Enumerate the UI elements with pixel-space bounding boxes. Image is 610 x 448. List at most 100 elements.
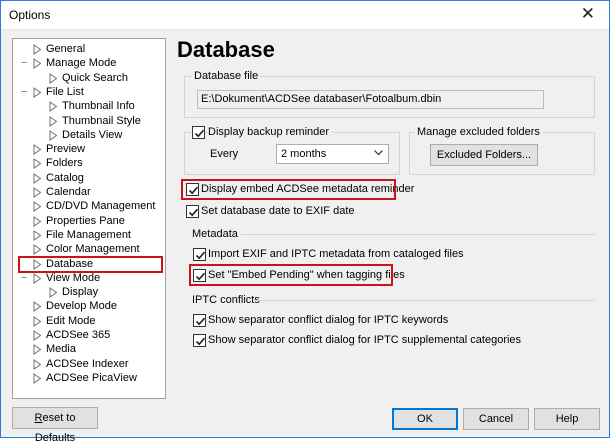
database-path-field[interactable]: E:\Dokument\ACDSee databaser\Fotoalbum.d…	[197, 90, 544, 109]
tree-item-label: Details View	[62, 128, 123, 141]
page-triangle-icon	[33, 172, 42, 184]
metadata-section-label: Metadata	[192, 228, 238, 240]
tree-item-label: Media	[46, 343, 76, 356]
tree-item-media[interactable]: Media	[13, 342, 163, 357]
tree-item-label: Color Management	[46, 243, 140, 256]
tree-item-file-management[interactable]: File Management	[13, 228, 163, 243]
page-triangle-icon	[49, 115, 58, 127]
page-triangle-icon	[33, 372, 42, 384]
page-triangle-icon	[33, 187, 42, 198]
embed-reminder-highlight	[181, 179, 396, 200]
page-triangle-icon	[33, 330, 42, 341]
iptc-supplemental-checkbox[interactable]	[193, 334, 206, 347]
tree-item-label: General	[46, 43, 86, 55]
tree-item-catalog[interactable]: Catalog	[13, 171, 163, 186]
tree-item-label: Thumbnail Style	[62, 114, 141, 127]
tree-item-label: Catalog	[46, 171, 84, 184]
tree-item-display[interactable]: Display	[13, 285, 163, 300]
tree-item-acdsee-picaview[interactable]: ACDSee PicaView	[13, 371, 163, 386]
tree-item-label: Folders	[46, 157, 83, 170]
page-triangle-icon	[33, 44, 42, 55]
tree-item-thumbnail-style[interactable]: Thumbnail Style	[13, 114, 163, 129]
iptc-keywords-checkbox[interactable]	[193, 314, 206, 327]
page-triangle-icon	[33, 244, 42, 256]
import-metadata-label: Import EXIF and IPTC metadata from catal…	[208, 248, 464, 260]
tree-item-quick-search[interactable]: Quick Search	[13, 71, 163, 86]
cancel-button[interactable]: Cancel	[463, 408, 529, 430]
import-metadata-checkbox[interactable]	[193, 248, 206, 261]
close-icon[interactable]: ✕	[581, 5, 595, 23]
tree-item-label: ACDSee 365	[46, 329, 111, 341]
every-label: Every	[210, 148, 239, 160]
tree-item-label: ACDSee PicaView	[46, 371, 137, 384]
page-triangle-icon	[49, 72, 58, 84]
chevron-down-icon	[374, 150, 383, 156]
iptc-keywords-label: Show separator conflict dialog for IPTC …	[208, 314, 449, 326]
tree-item-manage-mode[interactable]: − Manage Mode	[13, 56, 163, 71]
metadata-divider	[241, 234, 595, 235]
tree-item-label: Calendar	[46, 186, 91, 198]
tree-item-preview[interactable]: Preview	[13, 142, 163, 157]
embed-pending-highlight	[189, 264, 393, 286]
tree-item-label: Manage Mode	[46, 57, 117, 70]
reset-to-defaults-button[interactable]: Reset to Defaults	[12, 407, 98, 444]
tree-item-label: File Management	[46, 228, 131, 241]
collapse-icon[interactable]: −	[19, 273, 29, 283]
tree-item-label: ACDSee Indexer	[46, 357, 129, 370]
page-triangle-icon	[33, 158, 42, 170]
tree-item-thumbnail-info[interactable]: Thumbnail Info	[13, 99, 163, 114]
tree-item-label: CD/DVD Management	[46, 200, 156, 213]
ok-button[interactable]: OK	[392, 408, 458, 430]
tree-item-acdsee-365[interactable]: ACDSee 365	[13, 328, 163, 343]
tree-item-acdsee-indexer[interactable]: ACDSee Indexer	[13, 357, 163, 372]
page-triangle-icon	[33, 358, 42, 370]
page-triangle-icon	[33, 344, 42, 356]
tree-item-color-management[interactable]: Color Management	[13, 242, 163, 257]
backup-reminder-checkbox[interactable]	[192, 126, 205, 139]
page-triangle-icon	[49, 129, 58, 141]
tree-item-database[interactable]: Database	[13, 257, 163, 272]
page-triangle-icon	[33, 315, 42, 327]
page-title: Database	[177, 37, 275, 62]
exif-date-label: Set database date to EXIF date	[201, 205, 355, 217]
backup-interval-value: 2 months	[281, 148, 327, 160]
tree-item-cd-dvd-management[interactable]: CD/DVD Management	[13, 199, 163, 214]
page-triangle-icon	[33, 215, 42, 227]
page-triangle-icon	[33, 86, 42, 98]
tree-item-develop-mode[interactable]: Develop Mode	[13, 299, 163, 314]
tree-item-edit-mode[interactable]: Edit Mode	[13, 314, 163, 329]
options-dialog: Options ✕ General − Manage Mode Quick Searc…	[0, 0, 610, 444]
tree-item-file-list[interactable]: − File List	[13, 85, 163, 100]
page-triangle-icon	[33, 301, 42, 313]
options-tree[interactable]: General − Manage Mode Quick Search − File Lis…	[12, 38, 166, 399]
tree-item-label: Properties Pane	[46, 214, 125, 227]
window-title: Options	[9, 8, 51, 22]
page-triangle-icon	[49, 101, 58, 113]
help-button[interactable]: Help	[534, 408, 600, 430]
tree-item-label: Quick Search	[62, 71, 129, 84]
tree-item-properties-pane[interactable]: Properties Pane	[13, 214, 163, 229]
title-bar: Options ✕	[1, 1, 609, 30]
tree-item-label: View Mode	[46, 271, 101, 284]
page-triangle-icon	[33, 58, 42, 70]
tree-item-view-mode[interactable]: − View Mode	[13, 271, 163, 286]
database-file-label: Database file	[192, 70, 261, 83]
excluded-folders-button[interactable]: Excluded Folders...	[430, 144, 538, 166]
page-triangle-icon	[33, 229, 42, 241]
page-triangle-icon	[49, 287, 58, 299]
tree-item-folders[interactable]: Folders	[13, 156, 163, 171]
page-triangle-icon	[33, 201, 42, 213]
backup-reminder-label: Display backup reminder	[208, 126, 333, 139]
tree-item-details-view[interactable]: Details View	[13, 128, 163, 143]
backup-interval-dropdown[interactable]: 2 months	[276, 144, 389, 164]
page-triangle-icon	[33, 258, 42, 270]
iptc-section-label: IPTC conflicts	[192, 294, 260, 306]
tree-item-label: Display	[62, 286, 99, 299]
tree-item-general[interactable]: General	[13, 42, 163, 57]
tree-item-calendar[interactable]: Calendar	[13, 185, 163, 200]
tree-item-label: Develop Mode	[46, 300, 117, 313]
collapse-icon[interactable]: −	[19, 58, 29, 68]
tree-item-label: Preview	[46, 143, 86, 156]
exif-date-checkbox[interactable]	[186, 205, 199, 218]
collapse-icon[interactable]: −	[19, 87, 29, 97]
